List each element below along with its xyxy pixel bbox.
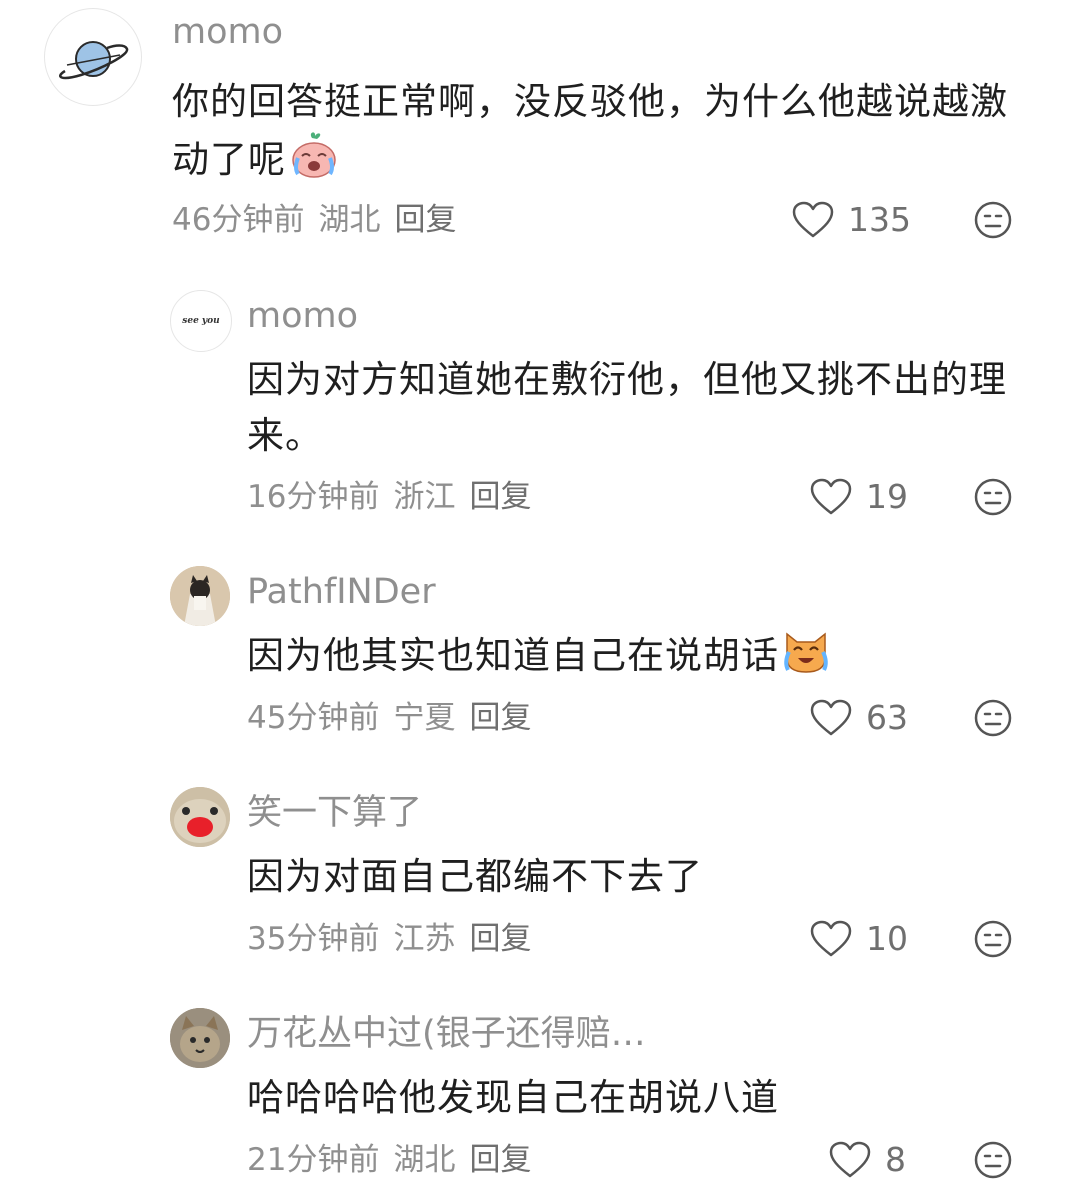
neutral-face-icon	[974, 920, 1012, 958]
neutral-face-icon	[974, 478, 1012, 516]
heart-icon	[810, 920, 852, 957]
heart-icon	[810, 478, 852, 515]
comment-text: 哈哈哈哈他发现自己在胡说八道	[247, 1076, 779, 1119]
comment-meta: 16分钟前 浙江 回复	[247, 477, 545, 517]
neutral-face-icon	[974, 1141, 1012, 1179]
like-button[interactable]: 63	[810, 698, 908, 738]
location: 江苏	[393, 921, 456, 957]
like-button[interactable]: 135	[792, 200, 911, 240]
plush-toy-icon	[170, 787, 230, 847]
timestamp: 46分钟前	[172, 202, 305, 238]
location: 宁夏	[393, 700, 456, 736]
dislike-button[interactable]	[973, 698, 1013, 738]
like-button[interactable]: 10	[810, 919, 908, 959]
timestamp: 45分钟前	[247, 700, 380, 736]
reply-button[interactable]: 回复	[394, 202, 456, 238]
planet-icon	[59, 41, 129, 80]
like-count: 10	[866, 919, 908, 958]
location: 湖北	[318, 202, 381, 238]
reply-button[interactable]: 回复	[469, 700, 531, 736]
like-count: 19	[866, 477, 908, 516]
reply-button[interactable]: 回复	[469, 921, 531, 957]
location: 浙江	[393, 479, 456, 515]
neutral-face-icon	[974, 201, 1012, 239]
heart-icon	[829, 1141, 871, 1178]
dislike-button[interactable]	[973, 477, 1013, 517]
comment-meta: 35分钟前 江苏 回复	[247, 919, 545, 959]
dislike-button[interactable]	[973, 200, 1013, 240]
timestamp: 16分钟前	[247, 479, 380, 515]
dislike-button[interactable]	[973, 1140, 1013, 1180]
heart-icon	[792, 201, 834, 238]
avatar[interactable]	[44, 8, 142, 106]
like-count: 63	[866, 698, 908, 737]
comment-body: 因为他其实也知道自己在说胡话	[247, 634, 779, 677]
avatar-text: see you	[182, 316, 220, 326]
comment-meta: 45分钟前 宁夏 回复	[247, 698, 545, 738]
neutral-face-icon	[974, 699, 1012, 737]
timestamp: 21分钟前	[247, 1142, 380, 1178]
comment-text: 因为对方知道她在敷衍他，但他又挑不出的理来。	[247, 358, 1007, 457]
comment-text: 因为他其实也知道自己在说胡话	[247, 628, 1037, 692]
avatar[interactable]	[170, 1008, 230, 1068]
comment-text: 你的回答挺正常啊，没反驳他，为什么他越说越激动了呢	[172, 74, 1022, 196]
like-count: 135	[848, 200, 911, 239]
reply-button[interactable]: 回复	[469, 1142, 531, 1178]
crying-laughing-peach-icon	[288, 130, 340, 196]
dislike-button[interactable]	[973, 919, 1013, 959]
like-button[interactable]: 8	[829, 1140, 906, 1180]
comment-meta: 46分钟前 湖北 回复	[172, 200, 470, 240]
cat-photo-icon	[170, 1008, 230, 1068]
comment-meta: 21分钟前 湖北 回复	[247, 1140, 545, 1180]
username[interactable]: 笑一下算了	[247, 793, 422, 833]
cat-photo-icon	[170, 566, 230, 626]
reply-button[interactable]: 回复	[469, 479, 531, 515]
username[interactable]: momo	[172, 12, 283, 52]
timestamp: 35分钟前	[247, 921, 380, 957]
avatar[interactable]	[170, 787, 230, 847]
like-button[interactable]: 19	[810, 477, 908, 517]
location: 湖北	[393, 1142, 456, 1178]
avatar[interactable]	[170, 566, 230, 626]
username[interactable]: PathfINDer	[247, 572, 436, 612]
avatar[interactable]: see you	[170, 290, 232, 352]
comment-text: 因为对面自己都编不下去了	[247, 855, 703, 898]
crying-laughing-cat-icon	[781, 628, 831, 692]
username[interactable]: 万花丛中过(银子还得赔…	[247, 1014, 646, 1054]
heart-icon	[810, 699, 852, 736]
like-count: 8	[885, 1140, 906, 1179]
username[interactable]: momo	[247, 296, 358, 336]
